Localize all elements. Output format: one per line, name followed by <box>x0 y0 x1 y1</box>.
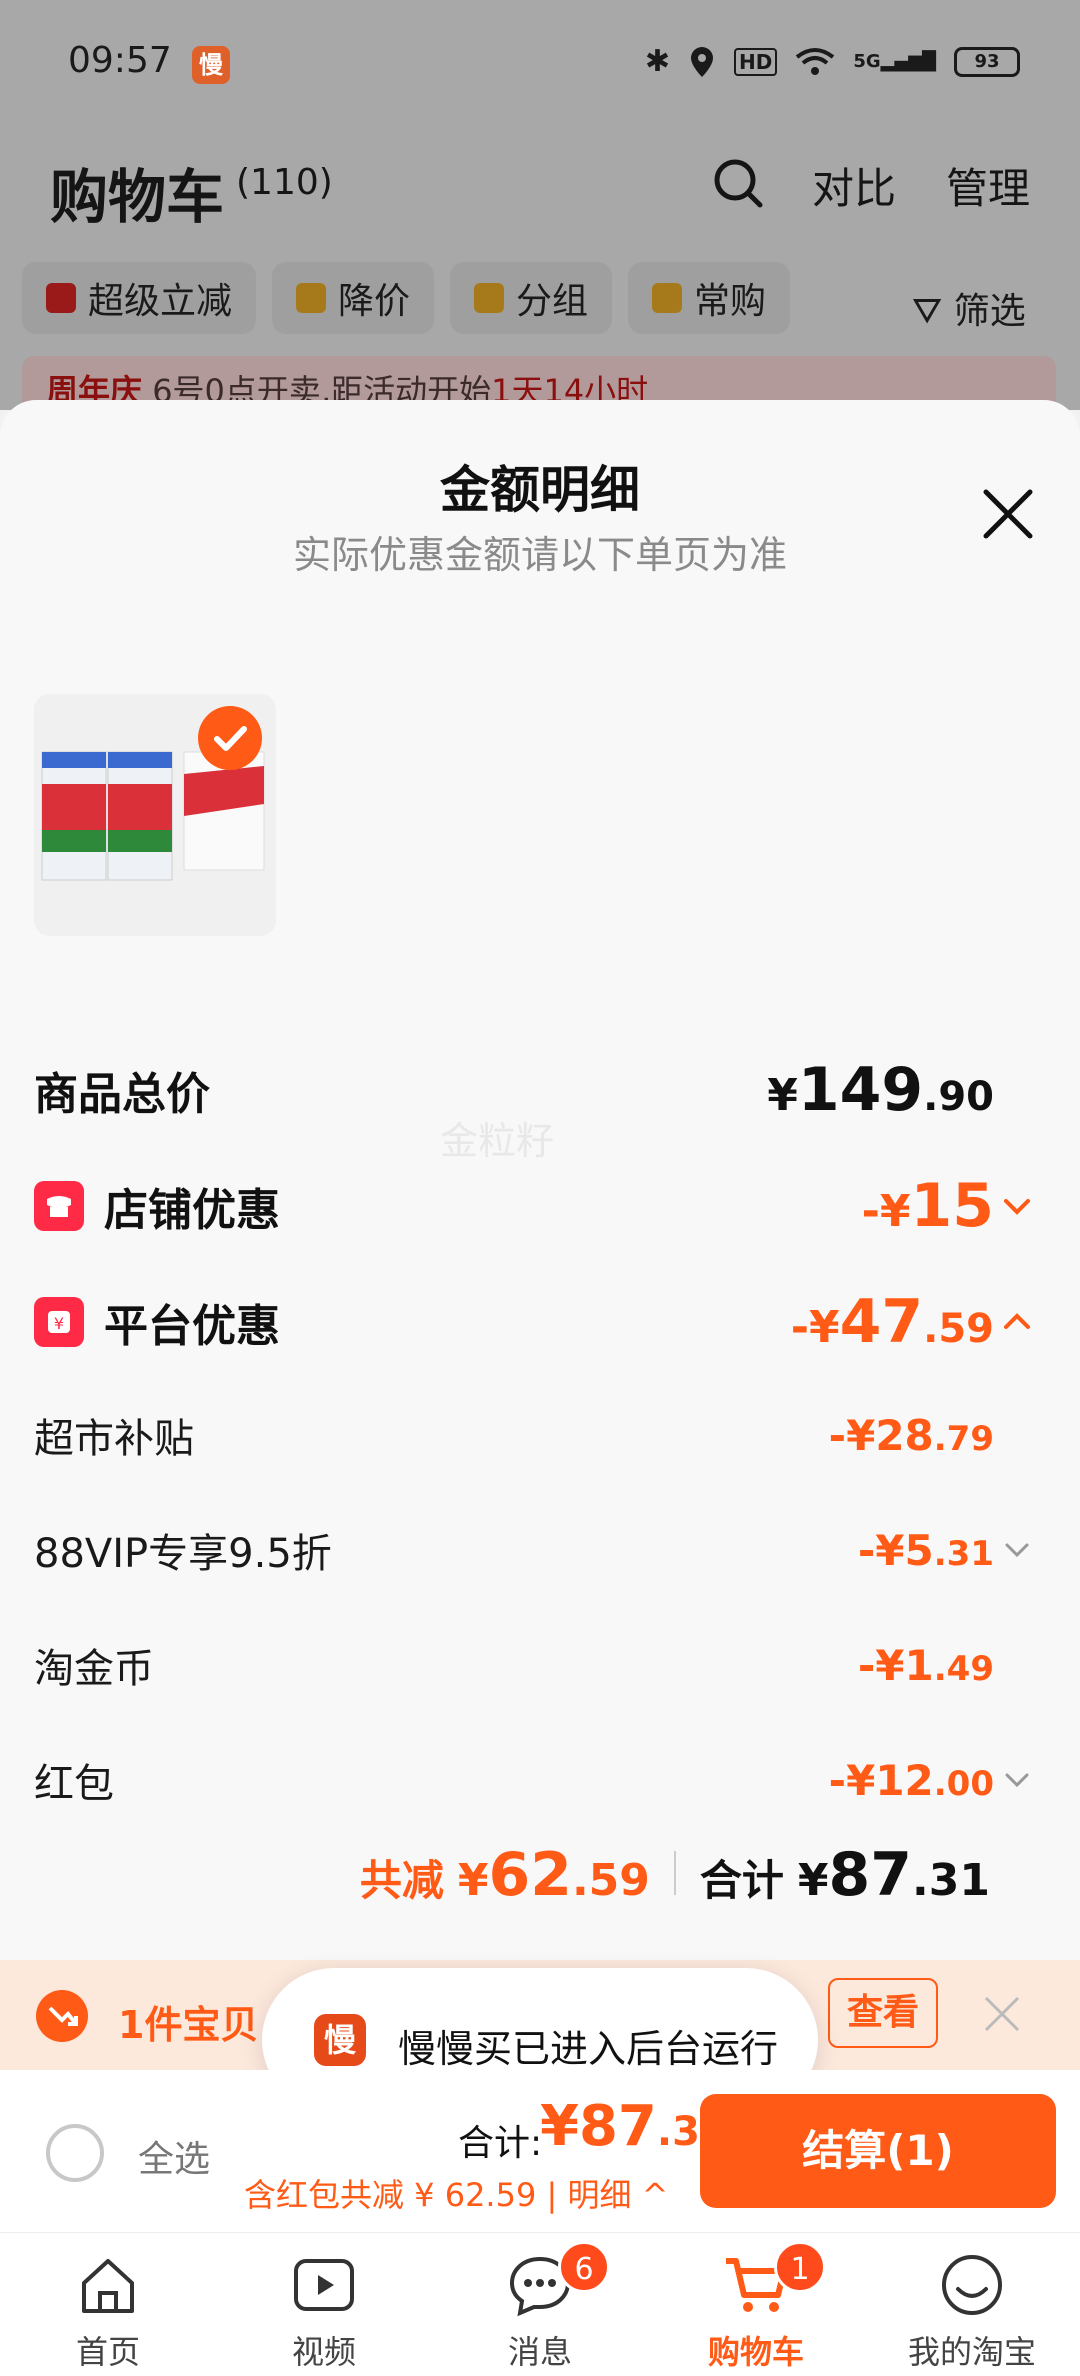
tab-messages[interactable]: 消息 6 <box>440 2241 640 2373</box>
close-icon[interactable] <box>980 1992 1024 2036</box>
selected-check-icon[interactable] <box>198 706 262 770</box>
store-discount-value: -¥15 <box>861 1171 994 1241</box>
page-title: 购物车 <box>50 163 225 231</box>
sheet-title: 金额明细 <box>440 461 640 519</box>
home-icon <box>82 2259 134 2313</box>
video-icon <box>294 2259 354 2311</box>
bluetooth-icon: ✱ <box>644 44 670 79</box>
location-icon <box>690 46 713 77</box>
close-icon[interactable] <box>980 486 1036 542</box>
select-all-label[interactable]: 全选 <box>138 2130 210 2182</box>
bottom-tab-bar: 首页 视频 消息 6 购物车 1 我的淘宝 <box>0 2232 1080 2376</box>
platform-discount-value: -¥47.59 <box>790 1287 994 1357</box>
sub-item-supermarket: 超市补贴 -¥28.79 <box>34 1410 994 1463</box>
hd-icon: HD <box>733 47 778 76</box>
sub-item-red-packet[interactable]: 红包 -¥12.00 <box>34 1745 1034 1815</box>
compare-button[interactable]: 对比 <box>812 155 896 216</box>
store-discount-row[interactable]: 店铺优惠 -¥15 <box>34 1166 1034 1246</box>
folder-icon <box>474 283 505 313</box>
message-count-badge: 6 <box>558 2241 610 2293</box>
view-button[interactable]: 查看 <box>828 1978 938 2048</box>
chevron-down-icon[interactable] <box>1000 1763 1034 1797</box>
bag-icon <box>652 283 683 313</box>
price-drop-icon <box>36 1990 88 2042</box>
tab-cart[interactable]: 购物车 1 <box>656 2241 856 2373</box>
tab-home[interactable]: 首页 <box>8 2251 208 2373</box>
product-total-value: ¥149.90 <box>767 1055 994 1125</box>
chevron-up-icon[interactable] <box>1000 1305 1034 1339</box>
total-label: 合计 <box>699 1856 784 1905</box>
total-value: ¥87.31 <box>797 1840 990 1910</box>
svg-text:¥: ¥ <box>54 1314 64 1333</box>
search-icon[interactable] <box>710 155 766 211</box>
amount-detail-sheet: 金额明细 实际优惠金额请以下单页为准 金粒籽 商品总价 ¥149.90 店铺优惠… <box>0 400 1080 1960</box>
totals-summary: 共减 ¥62.59 合计 ¥87.31 <box>360 1840 990 1910</box>
manage-button[interactable]: 管理 <box>946 155 1030 216</box>
divider <box>673 1851 676 1895</box>
battery-icon: 93 <box>954 46 1020 77</box>
promo-text: 1件宝贝 <box>118 2003 259 2047</box>
tab-video[interactable]: 视频 <box>224 2251 424 2373</box>
app-notification-icon: 慢 <box>192 46 230 84</box>
status-icons: ✱ HD 5G▂▄▆█ 93 <box>645 44 1020 79</box>
product-total-label: 商品总价 <box>34 1069 210 1120</box>
sum-label: 合计: <box>458 2123 543 2164</box>
sub-item-88vip[interactable]: 88VIP专享9.5折 -¥5.31 <box>34 1515 1034 1585</box>
product-total-row: 商品总价 ¥149.90 <box>34 1050 1034 1130</box>
funnel-icon: ⛛ <box>912 291 954 332</box>
chip-frequent[interactable]: 常购 <box>628 262 791 334</box>
coupon-icon: ¥ <box>34 1297 84 1347</box>
chip-super-discount[interactable]: 超级立减 <box>22 262 257 334</box>
cart-count: (110) <box>236 162 333 203</box>
profile-icon <box>942 2255 1002 2315</box>
status-time: 09:57 <box>68 40 172 81</box>
status-bar: 09:57 慢 ✱ HD 5G▂▄▆█ 93 <box>0 0 1080 130</box>
total-saved-label: 共减 <box>359 1856 444 1905</box>
filter-button[interactable]: ⛛ 筛选 <box>912 282 1026 334</box>
platform-discount-row[interactable]: ¥ 平台优惠 -¥47.59 <box>34 1282 1034 1362</box>
wifi-icon <box>796 47 835 75</box>
arrow-down-icon <box>46 283 76 313</box>
cart-count-badge: 1 <box>774 2241 826 2293</box>
chevron-down-icon[interactable] <box>1000 1533 1034 1567</box>
detail-link[interactable]: 含红包共减 ¥ 62.59 | 明细 ^ <box>244 2170 668 2216</box>
filter-chips: 超级立减 降价 分组 常购 <box>22 262 791 334</box>
select-all-radio[interactable] <box>46 2124 104 2182</box>
price-drop-icon <box>296 283 327 313</box>
tab-my-taobao[interactable]: 我的淘宝 <box>872 2251 1072 2373</box>
toast-text: 慢慢买已进入后台运行 <box>398 2027 779 2071</box>
chevron-down-icon[interactable] <box>1000 1189 1034 1223</box>
store-icon <box>34 1181 84 1231</box>
checkout-button[interactable]: 结算(1) <box>700 2094 1056 2208</box>
app-icon: 慢 <box>314 2014 366 2066</box>
total-saved-value: ¥62.59 <box>457 1840 650 1910</box>
chip-group[interactable]: 分组 <box>450 262 613 334</box>
checkout-bar: 全选 合计: ¥87.31 含红包共减 ¥ 62.59 | 明细 ^ 结算(1) <box>0 2070 1080 2232</box>
sub-item-taojinbi: 淘金币 -¥1.49 <box>34 1640 994 1693</box>
signal-icon: 5G▂▄▆█ <box>853 51 936 72</box>
store-discount-label: 店铺优惠 <box>104 1185 280 1236</box>
platform-discount-label: 平台优惠 <box>104 1301 280 1352</box>
sheet-subtitle: 实际优惠金额请以下单页为准 <box>292 533 787 577</box>
chip-price-drop[interactable]: 降价 <box>272 262 435 334</box>
